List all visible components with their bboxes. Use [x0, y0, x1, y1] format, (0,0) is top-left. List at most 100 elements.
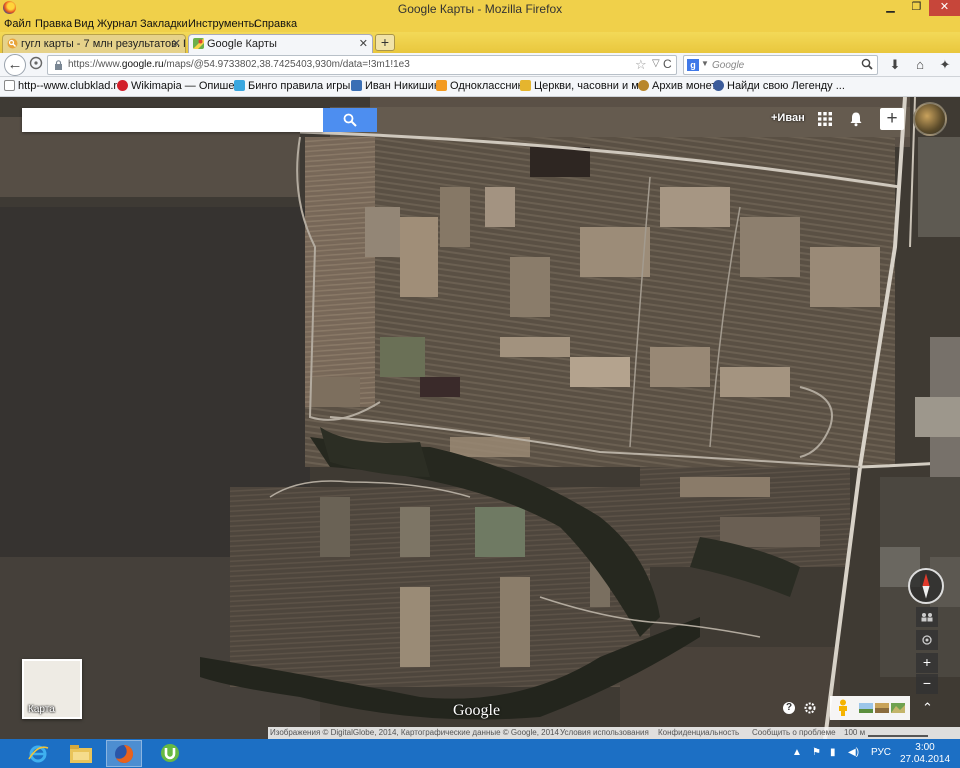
profile-icon — [351, 80, 362, 91]
file-explorer-icon[interactable] — [63, 740, 99, 767]
share-button[interactable]: + — [880, 108, 904, 130]
notifications-bell-icon[interactable] — [848, 111, 864, 127]
menu-bookmarks[interactable]: Закладки — [140, 18, 188, 30]
home-icon[interactable]: ⌂ — [911, 56, 929, 74]
apps-grid-icon[interactable] — [818, 112, 832, 126]
zoom-out-button[interactable]: − — [916, 674, 938, 694]
terms-link[interactable]: Условия использования — [560, 728, 649, 737]
network-icon[interactable]: ▮ — [830, 747, 836, 758]
satellite-imagery[interactable] — [0, 97, 960, 739]
map-type-label: Карта — [28, 704, 55, 715]
search-tab-icon — [7, 38, 18, 49]
tab-google-maps[interactable]: Google Карты ✕ — [188, 34, 373, 53]
bookmark-item[interactable]: Церкви, часовни и м... — [520, 80, 648, 92]
identity-icon[interactable] — [27, 56, 45, 74]
maximize-button[interactable]: ❐ — [903, 0, 930, 16]
zoom-in-button[interactable]: + — [916, 653, 938, 673]
window-title: Google Карты - Mozilla Firefox — [397, 2, 563, 16]
tab-search-results[interactable]: гугл карты - 7 млн результатов. По... ✕ — [2, 34, 186, 53]
street-view-people-icon[interactable] — [916, 607, 938, 627]
map-footer: Изображения © DigitalGlobe, 2014, Картог… — [268, 727, 960, 739]
menu-help[interactable]: Справка — [254, 18, 297, 30]
settings-gear-icon[interactable] — [804, 702, 816, 714]
imagery-attribution: Изображения © DigitalGlobe, 2014, Картог… — [270, 728, 559, 737]
bookmark-item[interactable]: Найди свою Легенду ... — [713, 80, 845, 92]
url-history-dropdown-icon[interactable]: ▽ — [652, 58, 660, 69]
menu-edit[interactable]: Правка — [35, 18, 72, 30]
close-window-button[interactable]: ✕ — [929, 0, 960, 16]
map-type-switcher[interactable]: Карта — [22, 659, 82, 719]
menu-bar: Файл Правка Вид Журнал Закладки Инструме… — [0, 16, 960, 32]
scale-bar-label: 100 м — [844, 728, 866, 737]
bookmarks-toolbar: http--www.clubklad.ru- Wikimapia — Опише… — [0, 77, 960, 97]
search-icon[interactable] — [861, 58, 873, 70]
url-text[interactable]: https://www.google.ru/maps/@54.9733802,3… — [68, 59, 410, 70]
url-bar[interactable]: https://www.google.ru/maps/@54.9733802,3… — [47, 55, 677, 75]
avatar[interactable] — [913, 102, 947, 136]
menu-history[interactable]: Журнал — [97, 18, 137, 30]
windows-taskbar: ▲ ⚑ ▮ ◀) РУС 3:00 27.04.2014 — [0, 739, 960, 768]
addon-icon[interactable]: ✦ — [936, 56, 954, 74]
bookmark-item[interactable]: Одноклассники — [436, 80, 529, 92]
clock-date: 27.04.2014 — [899, 754, 951, 765]
google-logo: Google — [453, 702, 501, 719]
search-icon — [343, 113, 357, 127]
map-search-input[interactable] — [22, 108, 323, 132]
web-search-box[interactable]: g ▼ Google — [683, 55, 878, 75]
bookmark-item[interactable]: http--www.clubklad.ru- — [4, 80, 127, 92]
minimize-button[interactable]: ▁ — [877, 0, 904, 16]
volume-icon[interactable]: ◀) — [848, 747, 859, 758]
menu-file[interactable]: Файл — [4, 18, 31, 30]
back-button[interactable]: ← — [4, 54, 26, 76]
coin-icon — [638, 80, 649, 91]
downloads-icon[interactable]: ⬇ — [886, 56, 904, 74]
bookmark-item[interactable]: Иван Никишин — [351, 80, 440, 92]
odnoklassniki-icon — [436, 80, 447, 91]
reload-icon[interactable]: C — [663, 57, 672, 71]
window-titlebar: Google Карты - Mozilla Firefox ▁ ❐ ✕ — [0, 0, 960, 16]
tab-label: гугл карты - 7 млн результатов. По... — [21, 38, 185, 50]
google-maps-icon — [193, 38, 204, 49]
menu-view[interactable]: Вид — [74, 18, 94, 30]
system-clock[interactable]: 3:00 27.04.2014 — [896, 742, 954, 766]
earth-layer-icon[interactable] — [875, 703, 889, 713]
page-icon — [4, 80, 15, 91]
scale-bar — [868, 735, 928, 737]
clock-time: 3:00 — [915, 742, 935, 753]
pegman-icon[interactable] — [836, 699, 850, 717]
bookmark-item[interactable]: Бинго правила игры ... — [234, 80, 363, 92]
legend-icon — [713, 80, 724, 91]
user-profile-link[interactable]: +Иван — [771, 112, 805, 124]
google-engine-icon[interactable]: g — [687, 59, 699, 71]
close-tab-icon[interactable]: ✕ — [359, 37, 368, 50]
my-location-icon[interactable] — [916, 630, 938, 650]
help-icon[interactable]: ? — [783, 702, 795, 714]
imagery-layers-strip[interactable]: ⌃ — [830, 696, 933, 720]
web-search-placeholder[interactable]: Google — [712, 60, 744, 71]
close-tab-icon[interactable]: ✕ — [172, 37, 181, 50]
terrain-layer-icon[interactable] — [891, 703, 905, 713]
internet-explorer-icon[interactable] — [20, 740, 56, 767]
bookmark-star-icon[interactable]: ☆ — [635, 57, 647, 73]
bookmark-item[interactable]: Wikimapia — Опише... — [117, 80, 244, 92]
lock-icon — [55, 60, 62, 70]
privacy-link[interactable]: Конфиденциальность — [658, 728, 739, 737]
engine-dropdown-icon[interactable]: ▼ — [701, 59, 709, 68]
bookmark-item[interactable]: Архив монет. — [638, 80, 718, 92]
action-center-flag-icon[interactable]: ⚑ — [812, 747, 821, 758]
menu-tools[interactable]: Инструменты — [188, 18, 257, 30]
firefox-taskbar-icon[interactable] — [106, 740, 142, 767]
map-search-button[interactable] — [323, 108, 377, 132]
language-indicator[interactable]: РУС — [871, 747, 891, 758]
compass-icon[interactable] — [908, 568, 944, 604]
report-problem-link[interactable]: Сообщить о проблеме — [752, 728, 836, 737]
wikimapia-icon — [117, 80, 128, 91]
map-canvas[interactable]: +Иван + Карта + − ? Google ⌃ Изображения… — [0, 97, 960, 739]
photos-layer-icon[interactable] — [859, 703, 873, 713]
tray-expand-icon[interactable]: ▲ — [792, 747, 802, 758]
utorrent-icon[interactable] — [152, 740, 188, 767]
expand-layers-icon[interactable]: ⌃ — [922, 700, 933, 716]
navigation-bar: ← https://www.google.ru/maps/@54.9733802… — [0, 53, 960, 77]
new-tab-button[interactable]: + — [375, 34, 395, 51]
church-icon — [520, 80, 531, 91]
